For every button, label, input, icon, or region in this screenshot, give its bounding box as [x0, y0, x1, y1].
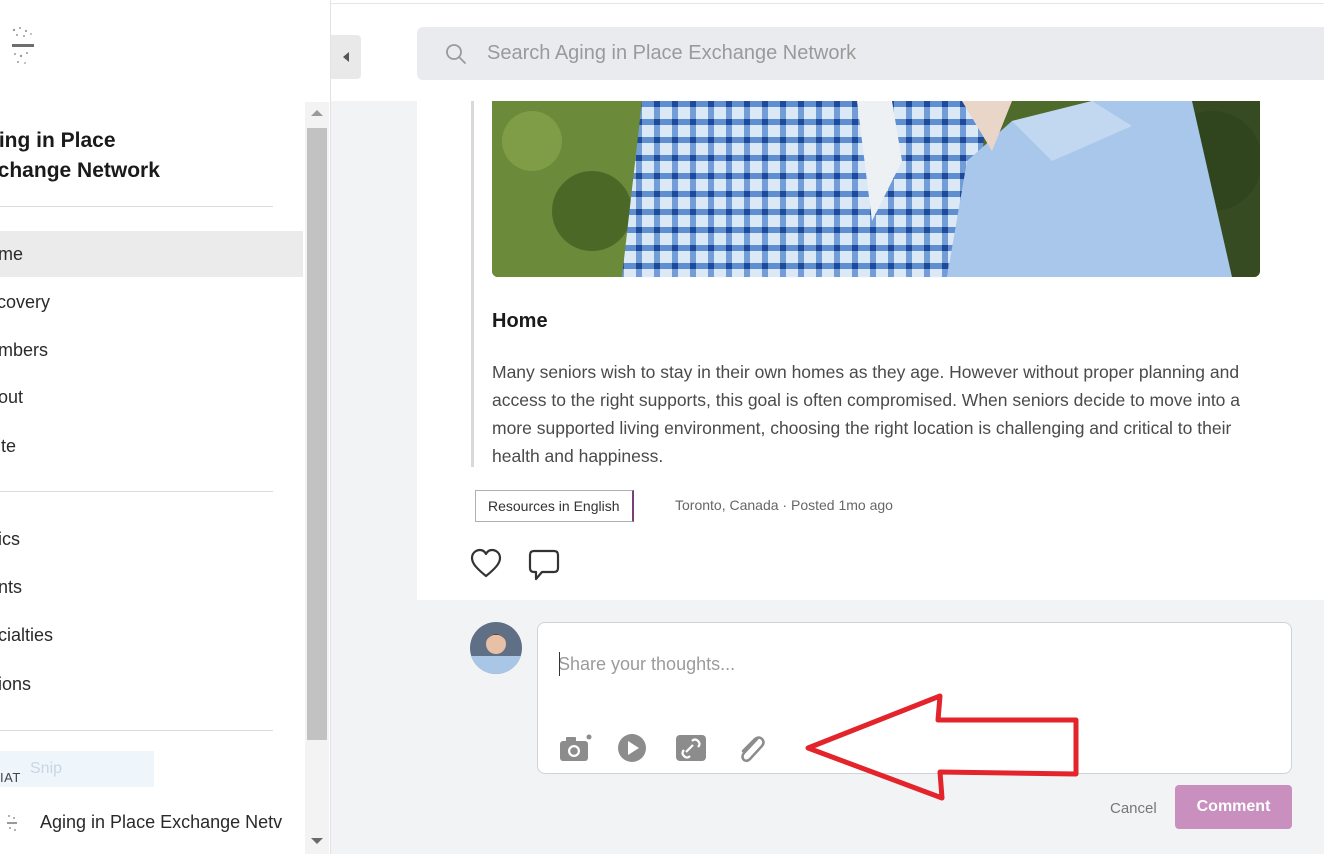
network-name: ging in Place xchange Network: [0, 126, 276, 186]
search-icon: [446, 43, 466, 64]
video-icon[interactable]: [615, 733, 649, 763]
post-body: Many seniors wish to stay in their own h…: [492, 362, 1241, 466]
sidebar-item-label: scovery: [0, 291, 51, 312]
annotation-arrow: [805, 693, 1079, 801]
post-meta: Toronto, Canada · Posted 1mo ago: [675, 497, 893, 513]
text-caret: [559, 652, 560, 676]
sidebar-item-label: oout: [0, 386, 24, 407]
user-avatar[interactable]: [470, 622, 522, 674]
sidebar-item-regions[interactable]: gions: [0, 661, 303, 707]
search-bar[interactable]: Search Aging in Place Exchange Network: [417, 27, 1324, 80]
comment-input[interactable]: Share your thoughts...: [558, 654, 735, 675]
sidebar-item-topics[interactable]: pics: [0, 516, 303, 562]
sidebar-item-label: vite: [0, 435, 17, 456]
topic-tag[interactable]: Resources in English: [475, 490, 634, 522]
network-logo[interactable]: [6, 22, 42, 74]
scroll-down-arrow-icon[interactable]: [311, 838, 323, 844]
sidebar-item-label: pics: [0, 528, 21, 549]
sidebar-item-about[interactable]: oout: [0, 374, 303, 420]
search-input[interactable]: Search Aging in Place Exchange Network: [487, 42, 856, 65]
comment-submit-button[interactable]: Comment: [1175, 785, 1292, 829]
chat-item-network[interactable]: Aging in Place Exchange Netv: [40, 812, 282, 833]
sidebar-item-members[interactable]: embers: [0, 327, 303, 373]
sidebar-item-discovery[interactable]: scovery: [0, 279, 303, 325]
sidebar-item-label: embers: [0, 339, 49, 360]
top-border: [331, 0, 1324, 4]
post-timestamp: Posted 1mo ago: [790, 497, 893, 513]
network-name-line1: ging in Place: [0, 129, 116, 152]
sidebar-item-home[interactable]: ome: [0, 231, 303, 277]
feed-background: [331, 101, 417, 854]
post-quote-bar: [471, 101, 474, 467]
chat-heading: IAT: [0, 770, 21, 785]
sidebar-divider: [0, 730, 273, 731]
sidebar-divider: [0, 491, 273, 492]
post-location[interactable]: Toronto, Canada: [675, 497, 779, 513]
network-name-line2: xchange Network: [0, 159, 160, 182]
post-title[interactable]: Home: [492, 310, 548, 333]
camera-icon[interactable]: [558, 733, 592, 763]
scroll-up-arrow-icon[interactable]: [311, 110, 323, 116]
sidebar-item-invite[interactable]: vite: [0, 423, 303, 469]
chevron-left-icon: [343, 52, 349, 62]
meta-separator: ·: [782, 497, 791, 513]
like-heart-icon[interactable]: [470, 548, 502, 580]
sidebar-item-specialties[interactable]: ecialties: [0, 612, 303, 658]
sidebar-item-events[interactable]: ents: [0, 564, 303, 610]
sidebar-item-label: gions: [0, 673, 32, 694]
sidebar-scroll-thumb[interactable]: [307, 128, 327, 740]
sidebar-item-label: ome: [0, 243, 24, 264]
post-image[interactable]: [492, 101, 1260, 277]
comment-bubble-icon[interactable]: [528, 548, 560, 582]
collapse-sidebar-button[interactable]: [331, 35, 361, 79]
snip-overlay: Snip: [0, 751, 154, 787]
sidebar-item-label: ents: [0, 576, 23, 597]
sidebar-divider: [0, 206, 273, 207]
link-icon[interactable]: [674, 733, 708, 763]
cancel-button[interactable]: Cancel: [1110, 800, 1157, 817]
paperclip-icon[interactable]: [734, 733, 768, 763]
sidebar: ging in Place xchange Network ome scover…: [0, 0, 331, 854]
chat-network-icon: [7, 815, 17, 831]
sidebar-item-label: ecialties: [0, 624, 54, 645]
